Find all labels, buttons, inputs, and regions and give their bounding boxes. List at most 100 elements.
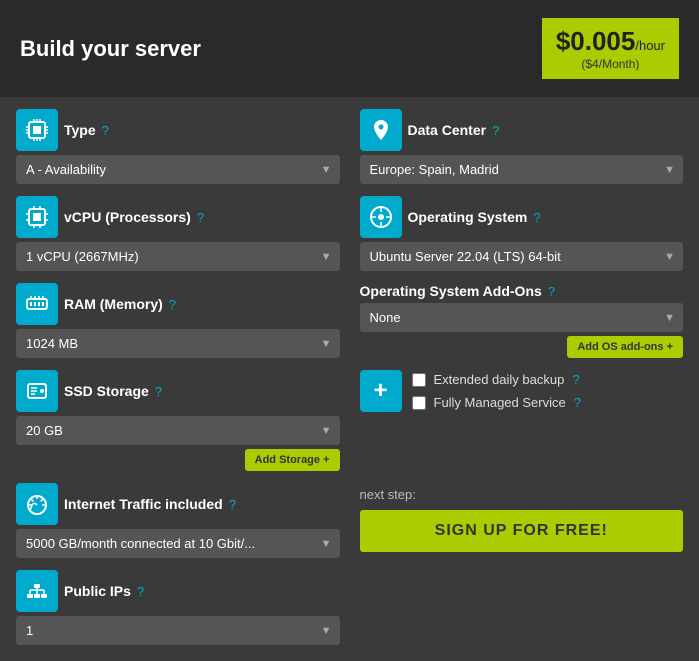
addons-checkboxes-group: + Extended daily backup ? Fully Managed … xyxy=(360,370,684,471)
type-label: Type xyxy=(64,122,96,138)
os-addons-help-icon[interactable]: ? xyxy=(548,284,555,299)
next-step-section: next step: SIGN UP FOR FREE! xyxy=(360,483,684,558)
vcpu-header: vCPU (Processors) ? xyxy=(16,196,340,238)
network-icon xyxy=(25,579,49,603)
vcpu-select[interactable]: 1 vCPU (2667MHz) 2 vCPU (5334MHz) 4 vCPU… xyxy=(16,242,340,271)
vcpu-label: vCPU (Processors) xyxy=(64,209,191,225)
ram-help-icon[interactable]: ? xyxy=(169,297,176,312)
price-badge: $0.005/hour ($4/Month) xyxy=(542,18,679,79)
memory-icon xyxy=(25,292,49,316)
location-icon xyxy=(369,118,393,142)
ssd-select-wrap: 20 GB 40 GB 80 GB ▼ xyxy=(16,416,340,445)
add-os-btn-wrap: Add OS add-ons + xyxy=(360,336,684,358)
public-ips-help-icon[interactable]: ? xyxy=(137,584,144,599)
ssd-header: SSD Storage ? xyxy=(16,370,162,412)
addon-checks: Extended daily backup ? Fully Managed Se… xyxy=(412,372,581,410)
extended-backup-checkbox[interactable] xyxy=(412,373,426,387)
ssd-group: SSD Storage ? 20 GB 40 GB 80 GB ▼ Add St… xyxy=(16,370,340,471)
os-addons-select-wrap: None cPanel Plesk ▼ xyxy=(360,303,684,332)
os-header: Operating System ? xyxy=(360,196,684,238)
ssd-icon xyxy=(16,370,58,412)
os-label-wrap: Operating System ? xyxy=(408,209,541,225)
traffic-select-wrap: 5000 GB/month connected at 10 Gbit/... 1… xyxy=(16,529,340,558)
public-ips-label: Public IPs xyxy=(64,583,131,599)
ram-header: RAM (Memory) ? xyxy=(16,283,340,325)
storage-icon xyxy=(25,379,49,403)
price-per: /hour xyxy=(635,38,665,53)
ssd-select[interactable]: 20 GB 40 GB 80 GB xyxy=(16,416,340,445)
public-ips-icon xyxy=(16,570,58,612)
type-group: Type ? A - Availability B - Balanced C -… xyxy=(16,109,340,184)
traffic-header: Internet Traffic included ? xyxy=(16,483,340,525)
vcpu-icon xyxy=(16,196,58,238)
header: Build your server $0.005/hour ($4/Month) xyxy=(0,0,699,97)
type-select[interactable]: A - Availability B - Balanced C - Comput… xyxy=(16,155,340,184)
public-ips-select[interactable]: 1 2 3 4 xyxy=(16,616,340,645)
ssd-label: SSD Storage xyxy=(64,383,149,399)
os-group: Operating System ? Ubuntu Server 22.04 (… xyxy=(360,196,684,271)
ram-icon xyxy=(16,283,58,325)
ssd-select-row: 20 GB 40 GB 80 GB ▼ xyxy=(16,416,340,445)
datacenter-select[interactable]: Europe: Spain, Madrid Europe: Germany, F… xyxy=(360,155,684,184)
ram-select-wrap: 512 MB 1024 MB 2048 MB 4096 MB ▼ xyxy=(16,329,340,358)
extended-backup-item[interactable]: Extended daily backup ? xyxy=(412,372,581,387)
add-storage-btn-wrap: Add Storage + xyxy=(16,449,340,471)
type-select-wrap: A - Availability B - Balanced C - Comput… xyxy=(16,155,340,184)
vcpu-help-icon[interactable]: ? xyxy=(197,210,204,225)
ram-label-wrap: RAM (Memory) ? xyxy=(64,296,176,312)
extended-backup-help-icon[interactable]: ? xyxy=(572,372,579,387)
os-addons-header: Operating System Add-Ons ? xyxy=(360,283,684,299)
vcpu-group: vCPU (Processors) ? 1 vCPU (2667MHz) 2 v… xyxy=(16,196,340,271)
speedometer-icon xyxy=(25,492,49,516)
datacenter-header: Data Center ? xyxy=(360,109,684,151)
public-ips-select-wrap: 1 2 3 4 ▼ xyxy=(16,616,340,645)
os-select[interactable]: Ubuntu Server 22.04 (LTS) 64-bit Debian … xyxy=(360,242,684,271)
vcpu-select-wrap: 1 vCPU (2667MHz) 2 vCPU (5334MHz) 4 vCPU… xyxy=(16,242,340,271)
page-title: Build your server xyxy=(20,36,201,62)
public-ips-header: Public IPs ? xyxy=(16,570,340,612)
os-addons-group: Operating System Add-Ons ? None cPanel P… xyxy=(360,283,684,358)
managed-service-checkbox[interactable] xyxy=(412,396,426,410)
traffic-label-wrap: Internet Traffic included ? xyxy=(64,496,236,512)
ram-select[interactable]: 512 MB 1024 MB 2048 MB 4096 MB xyxy=(16,329,340,358)
signup-button[interactable]: SIGN UP FOR FREE! xyxy=(360,510,684,552)
traffic-icon xyxy=(16,483,58,525)
addon-row: + Extended daily backup ? Fully Managed … xyxy=(360,370,684,412)
os-help-icon[interactable]: ? xyxy=(533,210,540,225)
price-month: ($4/Month) xyxy=(556,57,665,71)
traffic-group: Internet Traffic included ? 5000 GB/mont… xyxy=(16,483,340,558)
empty-cell xyxy=(360,570,684,645)
traffic-help-icon[interactable]: ? xyxy=(229,497,236,512)
extended-backup-label: Extended daily backup xyxy=(434,372,565,387)
os-disk-icon xyxy=(369,205,393,229)
ram-group: RAM (Memory) ? 512 MB 1024 MB 2048 MB 40… xyxy=(16,283,340,358)
public-ips-group: Public IPs ? 1 2 3 4 ▼ xyxy=(16,570,340,645)
config-body: Type ? A - Availability B - Balanced C -… xyxy=(0,97,699,661)
price-display: $0.005/hour xyxy=(556,26,665,57)
managed-service-help-icon[interactable]: ? xyxy=(574,395,581,410)
vcpu-label-wrap: vCPU (Processors) ? xyxy=(64,209,204,225)
datacenter-label-wrap: Data Center ? xyxy=(408,122,500,138)
os-addons-label-wrap: Operating System Add-Ons ? xyxy=(360,283,556,299)
ram-label: RAM (Memory) xyxy=(64,296,163,312)
type-icon xyxy=(16,109,58,151)
managed-service-item[interactable]: Fully Managed Service ? xyxy=(412,395,581,410)
datacenter-label: Data Center xyxy=(408,122,487,138)
traffic-select[interactable]: 5000 GB/month connected at 10 Gbit/... 1… xyxy=(16,529,340,558)
datacenter-help-icon[interactable]: ? xyxy=(492,123,499,138)
public-ips-label-wrap: Public IPs ? xyxy=(64,583,144,599)
os-addons-select[interactable]: None cPanel Plesk xyxy=(360,303,684,332)
next-step-label: next step: xyxy=(360,487,416,502)
price-amount: $0.005 xyxy=(556,26,636,56)
managed-service-label: Fully Managed Service xyxy=(434,395,566,410)
datacenter-icon xyxy=(360,109,402,151)
ssd-label-wrap: SSD Storage ? xyxy=(64,383,162,399)
type-label-wrap: Type ? xyxy=(64,122,109,138)
add-storage-button[interactable]: Add Storage + xyxy=(245,449,340,471)
os-icon xyxy=(360,196,402,238)
type-help-icon[interactable]: ? xyxy=(102,123,109,138)
add-os-button[interactable]: Add OS add-ons + xyxy=(567,336,683,358)
processor-icon xyxy=(25,205,49,229)
type-header: Type ? xyxy=(16,109,340,151)
ssd-help-icon[interactable]: ? xyxy=(155,384,162,399)
